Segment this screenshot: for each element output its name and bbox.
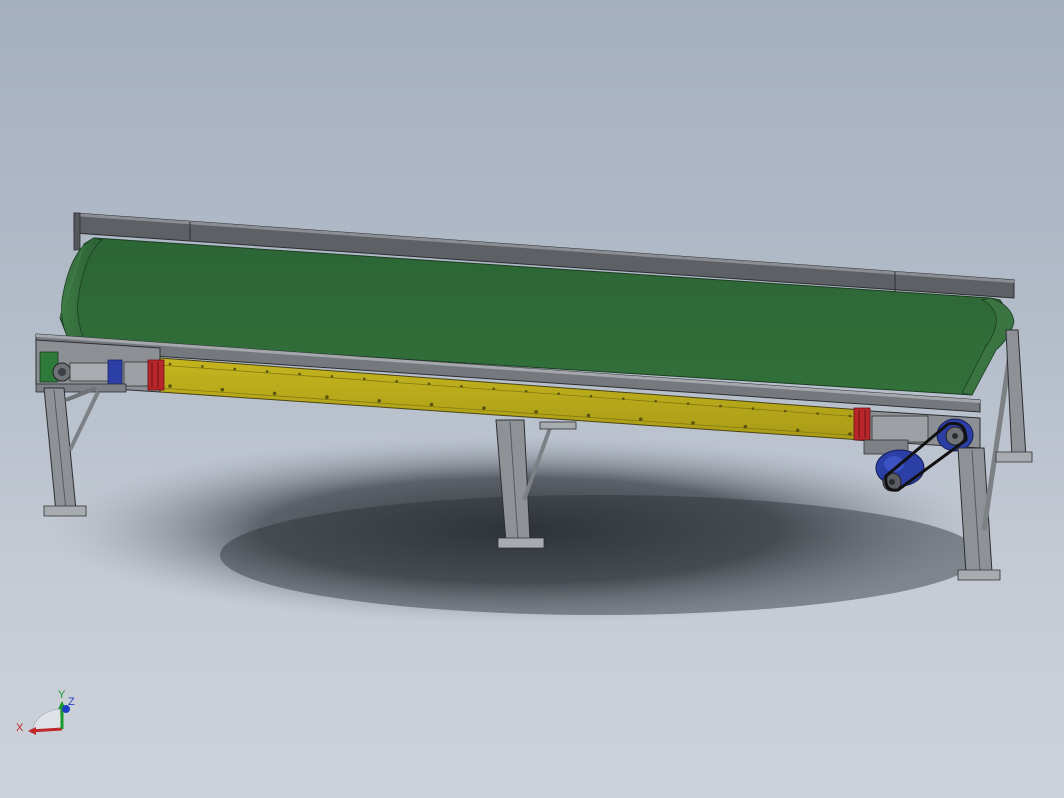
x-axis-arrowhead [28, 727, 36, 735]
graphics-viewport[interactable]: X Y Z [0, 0, 1064, 798]
frame-bolt [783, 409, 787, 413]
frame-bolt [557, 392, 560, 396]
frame-bolt [325, 395, 329, 399]
frame-bolt [654, 399, 658, 403]
frame-bolt [298, 372, 301, 376]
frame-bolt [848, 432, 852, 436]
frame-bolt [482, 406, 486, 410]
frame-bolt [816, 412, 819, 415]
frame-bolt [795, 428, 800, 433]
frame-bolt [743, 424, 748, 429]
frame-bolt [638, 417, 643, 422]
frame-bolt [201, 365, 204, 368]
tail-end-assembly [35, 339, 165, 393]
frame-bolt [848, 414, 852, 418]
belt-conveyor-model[interactable] [0, 0, 1064, 798]
frame-bolt [168, 362, 172, 366]
frame-bolt [272, 391, 277, 396]
frame-bolt [265, 370, 269, 373]
frame-bolt [492, 387, 496, 391]
frame-bolt [395, 380, 398, 383]
frame-bolt [460, 384, 463, 388]
frame-bolt [362, 377, 366, 381]
frame-bolt [377, 398, 382, 403]
frame-bolt [524, 389, 528, 393]
view-orientation-triad[interactable]: X Y Z [10, 685, 90, 745]
frame-bolt [233, 367, 237, 371]
z-axis-label: Z [68, 696, 75, 708]
frame-bolt [751, 407, 755, 410]
frame-bolt [719, 404, 722, 408]
x-axis-label: X [16, 722, 24, 734]
frame-bolt [534, 410, 538, 414]
frame-bolt [427, 382, 431, 386]
frame-bolt [691, 421, 695, 425]
frame-bolt [589, 394, 593, 398]
frame-bolt [168, 384, 172, 388]
frame-bolt [330, 375, 334, 378]
frame-bolt [622, 397, 625, 400]
triad-plane-shading [31, 708, 63, 731]
frame-bolt [686, 402, 690, 405]
frame-bolt [586, 413, 591, 418]
y-axis-label: Y [58, 689, 66, 701]
frame-bolt [220, 387, 225, 392]
frame-bolt [429, 402, 434, 407]
